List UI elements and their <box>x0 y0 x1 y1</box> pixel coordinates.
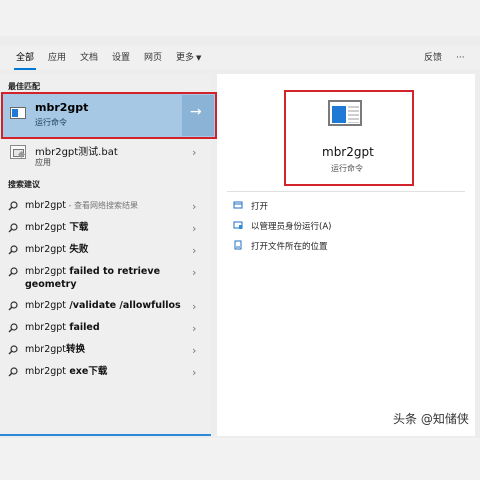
best-match-heading: 最佳匹配 <box>8 82 40 91</box>
open-icon <box>233 201 243 209</box>
suggestion-query: mbr2gpt <box>25 266 67 277</box>
chevron-right-icon: › <box>192 366 197 379</box>
suggestion-completion: 下载 <box>66 222 89 233</box>
suggestion-query: mbr2gpt <box>25 200 67 211</box>
suggestion-text: mbr2gpt exe下载 <box>25 365 185 378</box>
action-open-file-location[interactable]: 打开文件所在的位置 <box>233 240 328 252</box>
action-run-as-admin-label: 以管理员身份运行(A) <box>251 222 332 232</box>
more-options-button[interactable]: ··· <box>456 46 465 70</box>
tab-apps[interactable]: 应用 <box>48 46 66 70</box>
bat-result-title: mbr2gpt测试.bat <box>35 147 118 158</box>
suggestion-item[interactable]: mbr2gpt failed › <box>0 320 211 340</box>
suggestion-item[interactable]: mbr2gpt exe下载 › <box>0 364 211 384</box>
search-icon <box>8 367 18 377</box>
suggestion-query: mbr2gpt <box>25 222 67 233</box>
suggestion-query: mbr2gpt <box>25 300 67 311</box>
suggestion-text: mbr2gpt failed to retrieve geometry <box>25 265 185 291</box>
suggestion-item[interactable]: mbr2gpt转换 › <box>0 342 211 362</box>
suggestion-item[interactable]: mbr2gpt 失败 › <box>0 242 211 262</box>
suggestion-completion: exe下载 <box>66 366 108 377</box>
highlight-annotation-box <box>1 92 217 139</box>
suggestion-completion: 转换 <box>66 344 86 355</box>
search-icon <box>8 201 18 211</box>
suggestion-item[interactable]: mbr2gpt - 查看网络搜索结果 › <box>0 198 211 218</box>
search-tab-bar: 全部 应用 文档 设置 网页 更多 ▼ 反馈 ··· <box>0 46 480 70</box>
chevron-right-icon: › <box>192 266 197 279</box>
suggestion-query: mbr2gpt <box>25 244 67 255</box>
search-icon <box>8 267 18 277</box>
suggestion-item[interactable]: mbr2gpt 下载 › <box>0 220 211 240</box>
chevron-right-icon: › <box>192 222 197 235</box>
watermark: 头条 @知储侠 <box>393 412 469 426</box>
suggestion-completion: failed <box>66 322 100 333</box>
tab-documents[interactable]: 文档 <box>80 46 98 70</box>
search-icon <box>8 223 18 233</box>
search-icon <box>8 245 18 255</box>
chevron-right-icon: › <box>192 200 197 213</box>
chevron-right-icon: › <box>192 146 197 159</box>
action-run-as-admin[interactable]: 以管理员身份运行(A) <box>233 220 331 232</box>
preview-divider <box>227 191 465 192</box>
suggestion-text: mbr2gpt - 查看网络搜索结果 <box>25 199 185 212</box>
chevron-down-icon: ▼ <box>196 54 202 62</box>
search-icon <box>8 301 18 311</box>
batch-file-icon <box>10 145 26 159</box>
suggestion-item[interactable]: mbr2gpt failed to retrieve geometry › <box>0 264 211 296</box>
suggestion-completion: /validate /allowfullos <box>66 300 181 311</box>
suggestion-text: mbr2gpt 失败 <box>25 243 185 256</box>
chevron-right-icon: › <box>192 244 197 257</box>
tab-more-label: 更多 <box>176 53 195 63</box>
search-box-edge <box>0 434 211 436</box>
suggestions-heading: 搜索建议 <box>8 180 40 189</box>
tab-more[interactable]: 更多 ▼ <box>176 46 201 70</box>
suggestion-text: mbr2gpt failed <box>25 321 185 334</box>
file-location-icon <box>234 240 242 250</box>
chevron-right-icon: › <box>192 300 197 313</box>
suggestion-completion: 失败 <box>66 244 89 255</box>
suggestion-item[interactable]: mbr2gpt /validate /allowfullos › <box>0 298 211 318</box>
action-open-label: 打开 <box>251 202 269 212</box>
feedback-button[interactable]: 反馈 <box>424 46 442 70</box>
chevron-right-icon: › <box>192 344 197 357</box>
search-icon <box>8 345 18 355</box>
chevron-right-icon: › <box>192 322 197 335</box>
shield-icon <box>233 221 243 229</box>
tab-web[interactable]: 网页 <box>144 46 162 70</box>
search-icon <box>8 323 18 333</box>
suggestion-query: mbr2gpt <box>25 366 67 377</box>
suggestion-query: mbr2gpt <box>25 322 67 333</box>
suggestion-text: mbr2gpt /validate /allowfullos <box>25 299 185 312</box>
bat-result-subtitle: 应用 <box>35 158 51 167</box>
suggestion-text: mbr2gpt 下载 <box>25 221 185 234</box>
tab-settings[interactable]: 设置 <box>112 46 130 70</box>
suggestion-query: mbr2gpt <box>25 344 67 355</box>
tab-all[interactable]: 全部 <box>13 46 37 70</box>
suggestion-text: mbr2gpt转换 <box>25 343 185 356</box>
preview-annotation-box <box>284 90 414 186</box>
action-open-file-location-label: 打开文件所在的位置 <box>251 242 328 252</box>
suggestion-extra: - 查看网络搜索结果 <box>66 201 139 210</box>
action-open[interactable]: 打开 <box>233 200 268 212</box>
